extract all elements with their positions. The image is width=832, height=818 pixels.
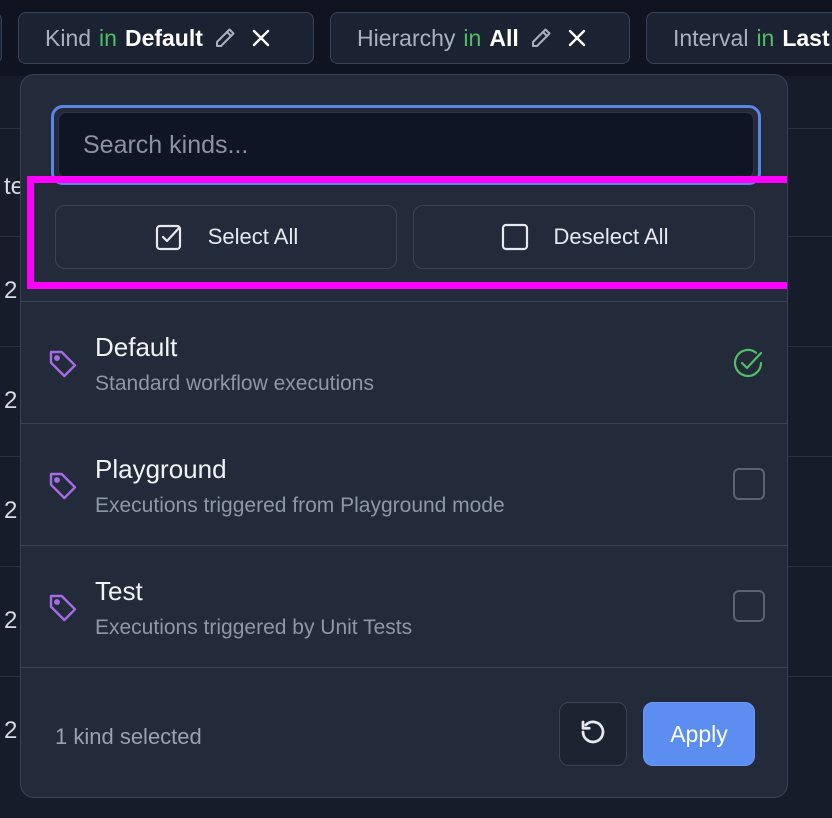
search-focus-ring [51, 105, 761, 185]
close-icon[interactable] [247, 24, 275, 52]
kind-item-test[interactable]: Test Executions triggered by Unit Tests [21, 545, 787, 667]
filter-value: Last [782, 24, 830, 51]
bulk-select-row: Select All Deselect All [55, 205, 755, 269]
kind-name: Test [95, 576, 143, 606]
selected-count: 1 kind selected [55, 724, 202, 749]
close-icon[interactable] [563, 24, 591, 52]
tag-icon [47, 470, 79, 507]
row-value: 2 [4, 717, 18, 744]
kind-description: Executions triggered by Unit Tests [95, 616, 413, 639]
kind-description: Executions triggered from Playground mod… [95, 494, 505, 517]
tag-icon [47, 592, 79, 629]
deselect-all-button[interactable]: Deselect All [413, 205, 755, 269]
app-stage: te 2 2 2 2 2 Kind in Default Hierarchy i… [0, 0, 832, 818]
kind-checkbox[interactable] [733, 468, 765, 500]
checked-square-icon [154, 222, 184, 252]
filter-field-label: Hierarchy [357, 24, 456, 51]
filter-operator: in [756, 24, 775, 51]
check-circle-icon[interactable] [731, 346, 765, 385]
dropdown-footer: 1 kind selected Apply [21, 667, 787, 797]
kind-name: Default [95, 332, 178, 362]
filter-chip-interval[interactable]: Interval in Last [646, 12, 832, 64]
filter-chip-partial[interactable] [0, 12, 2, 64]
select-all-label: Select All [207, 224, 299, 249]
filter-value: Default [124, 24, 203, 51]
kind-item-playground[interactable]: Playground Executions triggered from Pla… [21, 423, 787, 545]
filter-field-label: Kind [45, 24, 92, 51]
kind-name: Playground [95, 454, 227, 484]
filter-operator: in [99, 24, 117, 51]
kind-filter-dropdown: Select All Deselect All Default Standard… [20, 74, 788, 798]
pencil-icon[interactable] [527, 24, 555, 52]
kind-description: Standard workflow executions [95, 372, 374, 395]
pencil-icon[interactable] [211, 24, 239, 52]
filter-chip-hierarchy[interactable]: Hierarchy in All [330, 12, 630, 64]
empty-square-icon [500, 222, 530, 252]
kind-list: Default Standard workflow executions Pla… [21, 301, 787, 667]
filter-operator: in [463, 24, 482, 51]
tag-icon [47, 348, 79, 385]
kind-checkbox[interactable] [733, 590, 765, 622]
kind-item-default[interactable]: Default Standard workflow executions [21, 301, 787, 423]
reset-button[interactable] [559, 702, 627, 766]
apply-button[interactable]: Apply [643, 702, 755, 766]
row-value: 2 [4, 607, 18, 634]
select-all-button[interactable]: Select All [55, 205, 397, 269]
reset-icon [578, 717, 608, 752]
filter-chip-kind[interactable]: Kind in Default [18, 12, 314, 64]
search-kinds-input[interactable] [58, 112, 754, 178]
row-value: 2 [4, 497, 18, 524]
deselect-all-label: Deselect All [553, 224, 669, 249]
filter-bar: Kind in Default Hierarchy in All Interva… [0, 0, 832, 76]
row-value: 2 [4, 277, 18, 304]
row-value: 2 [4, 387, 18, 414]
filter-value: All [489, 24, 519, 51]
filter-field-label: Interval [673, 24, 749, 51]
